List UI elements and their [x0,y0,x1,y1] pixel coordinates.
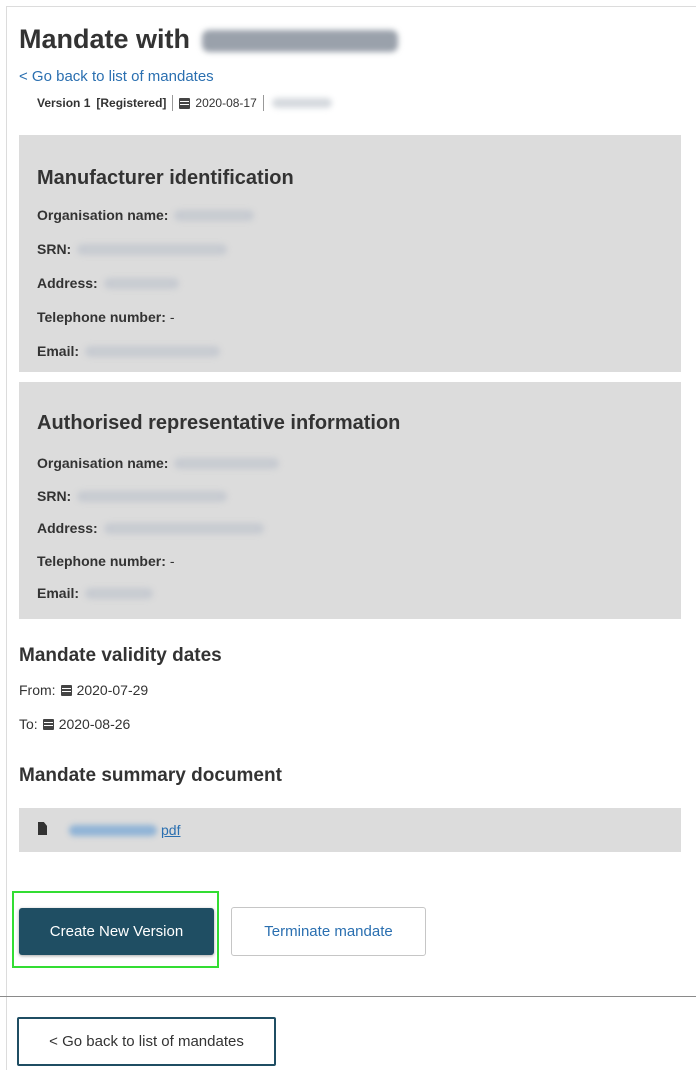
redacted-email [85,345,221,357]
summary-document-link[interactable]: pdf [69,822,180,838]
authorised-srn-row: SRN: [37,488,228,504]
from-label: From: [19,682,56,698]
frame-border-top [6,6,696,7]
redacted-email [85,587,154,599]
calendar-icon [42,718,54,730]
from-date: 2020-07-29 [76,682,149,698]
version-meta: Version 1 [Registered] 2020-08-17 [37,95,332,111]
version-date: 2020-08-17 [195,96,257,110]
to-date: 2020-08-26 [58,716,131,732]
create-new-version-button[interactable]: Create New Version [19,908,214,955]
address-label: Address: [37,520,98,536]
redacted-org-name [174,457,280,469]
manufacturer-address-row: Address: [37,275,179,291]
authorised-rep-heading: Authorised representative information [37,412,401,434]
summary-heading: Mandate summary document [19,765,282,786]
to-label: To: [19,716,38,732]
manufacturer-org-row: Organisation name: [37,207,255,223]
calendar-icon [60,684,72,696]
validity-to-row: To: 2020-08-26 [19,716,130,732]
srn-label: SRN: [37,241,72,257]
manufacturer-srn-row: SRN: [37,241,228,257]
redacted-org-name [174,209,255,221]
validity-heading: Mandate validity dates [19,645,222,666]
email-label: Email: [37,585,80,601]
phone-label: Telephone number: [37,309,166,325]
manufacturer-heading: Manufacturer identification [37,167,294,189]
authorised-rep-panel: Authorised representative information Or… [19,382,681,619]
divider [0,996,696,997]
authorised-org-row: Organisation name: [37,455,280,471]
org-name-label: Organisation name: [37,455,169,471]
meta-separator [262,95,264,111]
email-label: Email: [37,343,80,359]
calendar-icon [179,97,191,109]
summary-document-bar: pdf [19,808,681,852]
page-title: Mandate with [19,22,398,56]
manufacturer-phone-row: Telephone number: - [37,309,175,325]
redacted-address [103,522,264,534]
phone-label: Telephone number: [37,553,166,569]
validity-from-row: From: 2020-07-29 [19,682,148,698]
redacted-filename [69,824,157,836]
page-title-text: Mandate with [19,24,191,54]
address-label: Address: [37,275,98,291]
back-to-mandates-button[interactable]: < Go back to list of mandates [17,1017,276,1066]
phone-value: - [169,309,175,325]
redacted-srn [77,490,228,502]
back-to-mandates-link[interactable]: < Go back to list of mandates [19,68,214,85]
meta-separator [172,95,174,111]
org-name-label: Organisation name: [37,207,169,223]
phone-value: - [169,553,175,569]
file-icon [38,822,47,835]
terminate-mandate-button[interactable]: Terminate mandate [231,907,426,956]
redacted-author [271,98,332,108]
authorised-address-row: Address: [37,520,264,536]
manufacturer-panel: Manufacturer identification Organisation… [19,135,681,372]
frame-border-left [6,6,7,1070]
file-extension: pdf [161,822,181,838]
redacted-srn [77,243,228,255]
srn-label: SRN: [37,488,72,504]
version-status: [Registered] [96,96,167,110]
redacted-address [103,277,179,289]
manufacturer-email-row: Email: [37,343,221,359]
authorised-email-row: Email: [37,585,154,601]
redacted-mandate-party [201,29,398,52]
authorised-phone-row: Telephone number: - [37,553,175,569]
version-number: Version 1 [37,96,91,110]
